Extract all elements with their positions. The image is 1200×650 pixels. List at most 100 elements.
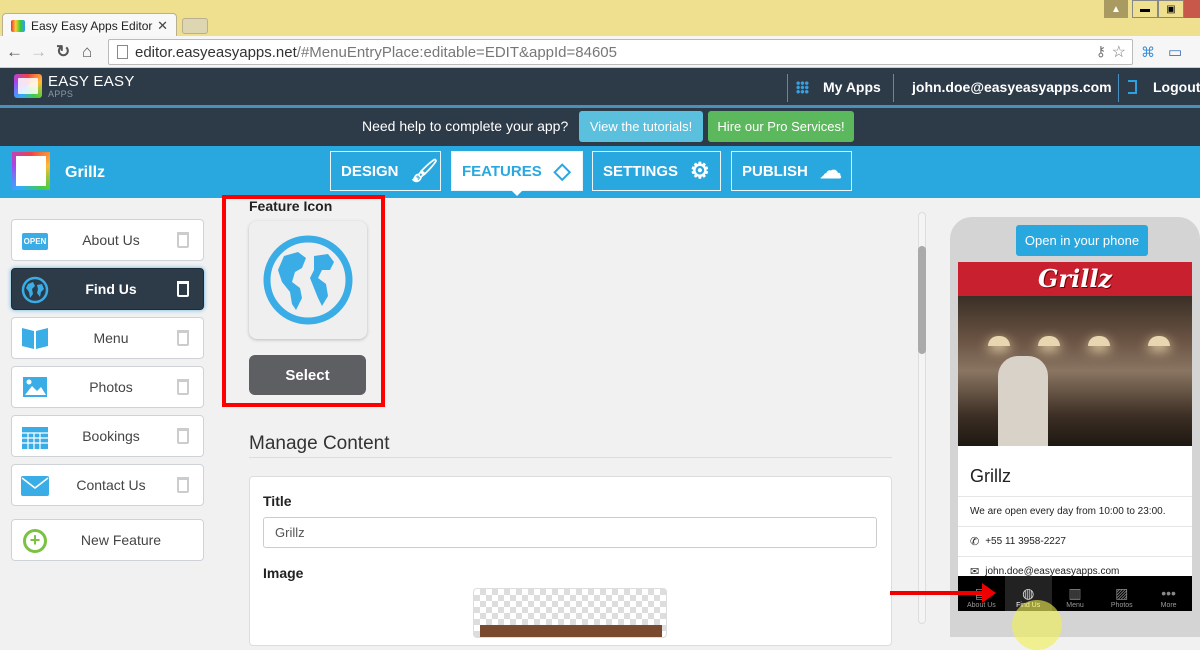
book-icon: ▥ [1068,585,1082,601]
sidebar-item-bookings[interactable]: Bookings [11,415,204,457]
home-icon[interactable]: ⌂ [82,42,92,62]
calendar-icon [20,422,50,452]
app-logo-icon [12,152,50,190]
key-icon[interactable]: ⚷ [1096,43,1106,60]
tab-label: About Us [967,602,996,609]
user-email[interactable]: john.doe@easyeasyapps.com [912,79,1112,95]
tags-icon: ◇ [553,158,571,183]
trash-icon[interactable] [177,477,189,493]
red-arrow-annotation [890,583,996,603]
sidebar-item-find-us[interactable]: Find Us [11,268,204,310]
trash-icon[interactable] [177,428,189,444]
tab-design[interactable]: DESIGN 🖌 [330,151,441,191]
title-input[interactable] [263,517,877,548]
tab-features[interactable]: FEATURES ◇ [451,151,583,196]
title-label: Title [263,493,292,509]
view-tutorials-button[interactable]: View the tutorials! [579,111,703,142]
phone-number[interactable]: ✆ +55 11 3958-2227 [958,526,1192,556]
close-window-button[interactable] [1184,0,1200,18]
trash-icon[interactable] [177,232,189,248]
new-feature-label: New Feature [80,532,162,548]
sidebar-item-contact-us[interactable]: Contact Us [11,464,204,506]
phone-icon: ✆ [970,536,980,548]
easyeasy-logo-icon [14,74,42,98]
sidebar-item-label: Find Us [85,281,137,297]
url-host: editor.easyeasyapps.net [135,43,297,61]
star-icon[interactable]: ☆ [1112,42,1126,62]
phone-screen: Grillz Grillz We are open every day from… [958,262,1192,610]
trash-icon[interactable] [177,379,189,395]
cast-icon[interactable]: ▭ [1168,43,1182,61]
forward-icon[interactable]: → [30,42,47,62]
close-tab-icon[interactable]: ✕ [157,18,168,34]
tab-publish[interactable]: PUBLISH ☁ [731,151,852,191]
tab-label: Photos [1110,602,1133,609]
manage-content-title: Manage Content [249,433,390,454]
envelope-icon [20,471,50,501]
brand: EASY EASY APPS [48,73,135,99]
help-bar: Need help to complete your app? View the… [0,108,1200,146]
phone-hours: We are open every day from 10:00 to 23:0… [958,496,1192,526]
minimize-button[interactable]: ▬ [1132,0,1158,18]
browser-titlebar: Easy Easy Apps Editor ✕ ▲ ▬ ▣ [0,0,1200,37]
sidebar-item-photos[interactable]: Photos [11,366,204,408]
my-apps-link[interactable]: My Apps [823,79,881,95]
tab-label: More [1160,602,1177,609]
address-bar[interactable]: editor.easyeasyapps.net/#MenuEntryPlace:… [108,39,1133,65]
hire-pro-button[interactable]: Hire our Pro Services! [708,111,854,142]
tab-settings[interactable]: SETTINGS ⚙ [592,151,721,191]
trash-icon[interactable] [177,281,189,297]
extension-icon[interactable]: ⌘ [1141,44,1155,61]
divider [893,74,894,102]
new-feature-button[interactable]: + New Feature [11,519,204,561]
more-icon: ••• [1161,585,1176,601]
hours-text: We are open every day from 10:00 to 23:0… [970,506,1166,517]
phone-text: +55 11 3958-2227 [985,536,1066,547]
phone-page-title: Grillz [970,466,1011,486]
browser-toolbar: ← → ↻ ⌂ editor.easyeasyapps.net/#MenuEnt… [0,36,1200,68]
phone-tab-menu[interactable]: ▥ Menu [1052,576,1099,611]
help-text: Need help to complete your app? [362,118,569,134]
image-preview[interactable] [473,588,667,638]
new-tab-button[interactable] [182,18,208,34]
app-header: EASY EASY APPS My Apps john.doe@easyeasya… [0,68,1200,108]
restaurant-photo [958,296,1192,446]
back-icon[interactable]: ← [6,42,23,62]
open-in-phone-button[interactable]: Open in your phone [1016,225,1148,256]
cursor-highlight [1012,600,1062,650]
sidebar-item-label: Contact Us [76,477,146,493]
open-sign-icon: OPEN [20,226,50,256]
logout-icon [1128,80,1137,94]
logout-link[interactable]: Logout [1153,79,1200,95]
book-icon [20,324,50,354]
brand-name: EASY EASY [48,73,135,90]
phone-tab-more[interactable]: ••• More [1145,576,1192,611]
user-icon[interactable]: ▲ [1104,0,1128,18]
globe-icon [20,275,50,305]
phone-tab-photos[interactable]: ▨ Photos [1098,576,1145,611]
gear-icon: ⚙ [690,158,710,183]
page-icon [117,45,128,59]
sidebar-item-menu[interactable]: Menu [11,317,204,359]
app-name: Grillz [65,164,106,181]
trash-icon[interactable] [177,330,189,346]
tab-label: SETTINGS [603,162,679,180]
tab-label: DESIGN [341,162,399,180]
browser-tab[interactable]: Easy Easy Apps Editor ✕ [2,13,177,37]
app-favicon-icon [11,19,25,32]
tab-label: FEATURES [462,162,542,180]
phone-header-title: Grillz [958,262,1192,296]
divider [249,457,892,458]
maximize-button[interactable]: ▣ [1158,0,1184,18]
reload-icon[interactable]: ↻ [56,42,70,62]
highlight-box [222,195,385,407]
tab-title: Easy Easy Apps Editor [31,18,153,33]
divider [787,74,788,102]
tab-label: PUBLISH [742,162,808,180]
scrollbar-thumb[interactable] [918,246,926,354]
brand-sub: APPS [48,89,74,99]
plus-circle-icon: + [20,526,50,556]
grid-icon [796,81,809,94]
sidebar-item-about-us[interactable]: OPEN About Us [11,219,204,261]
app-bar: Grillz DESIGN 🖌 FEATURES ◇ SETTINGS ⚙ PUBLI… [0,146,1200,198]
